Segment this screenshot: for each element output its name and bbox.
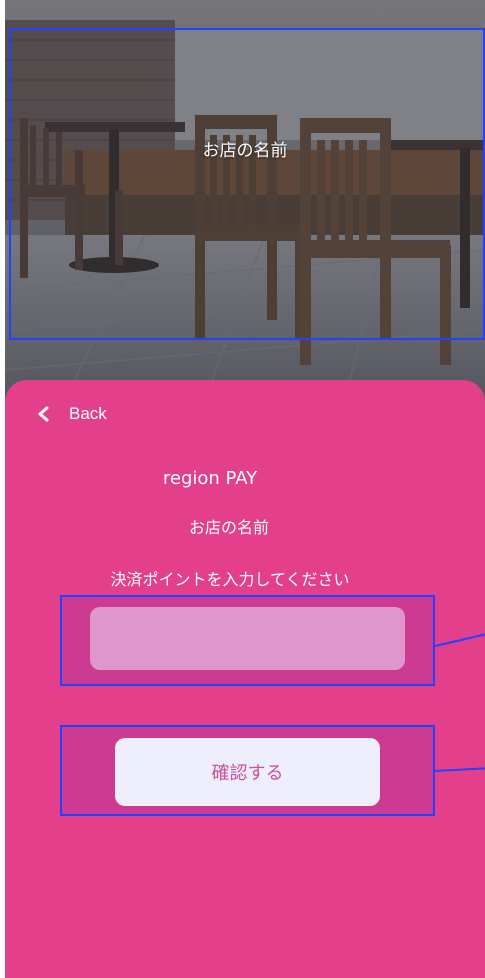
app-name: region PAY: [162, 468, 258, 489]
confirm-button[interactable]: 確認する: [115, 738, 380, 806]
hero-store-name: お店の名前: [202, 141, 288, 161]
store-name: お店の名前: [188, 518, 269, 537]
back-button[interactable]: Back: [37, 404, 107, 424]
back-label: Back: [69, 404, 107, 423]
points-input[interactable]: [90, 607, 405, 670]
store-hero-image: お店の名前: [5, 0, 485, 400]
app-screen: お店の名前 Back region PAY お店の名前 決済ポイントを入力してく…: [5, 0, 485, 978]
points-prompt: 決済ポイントを入力してください: [110, 570, 350, 589]
chevron-left-icon: [38, 406, 49, 422]
hero-annotation-box: [9, 28, 485, 340]
